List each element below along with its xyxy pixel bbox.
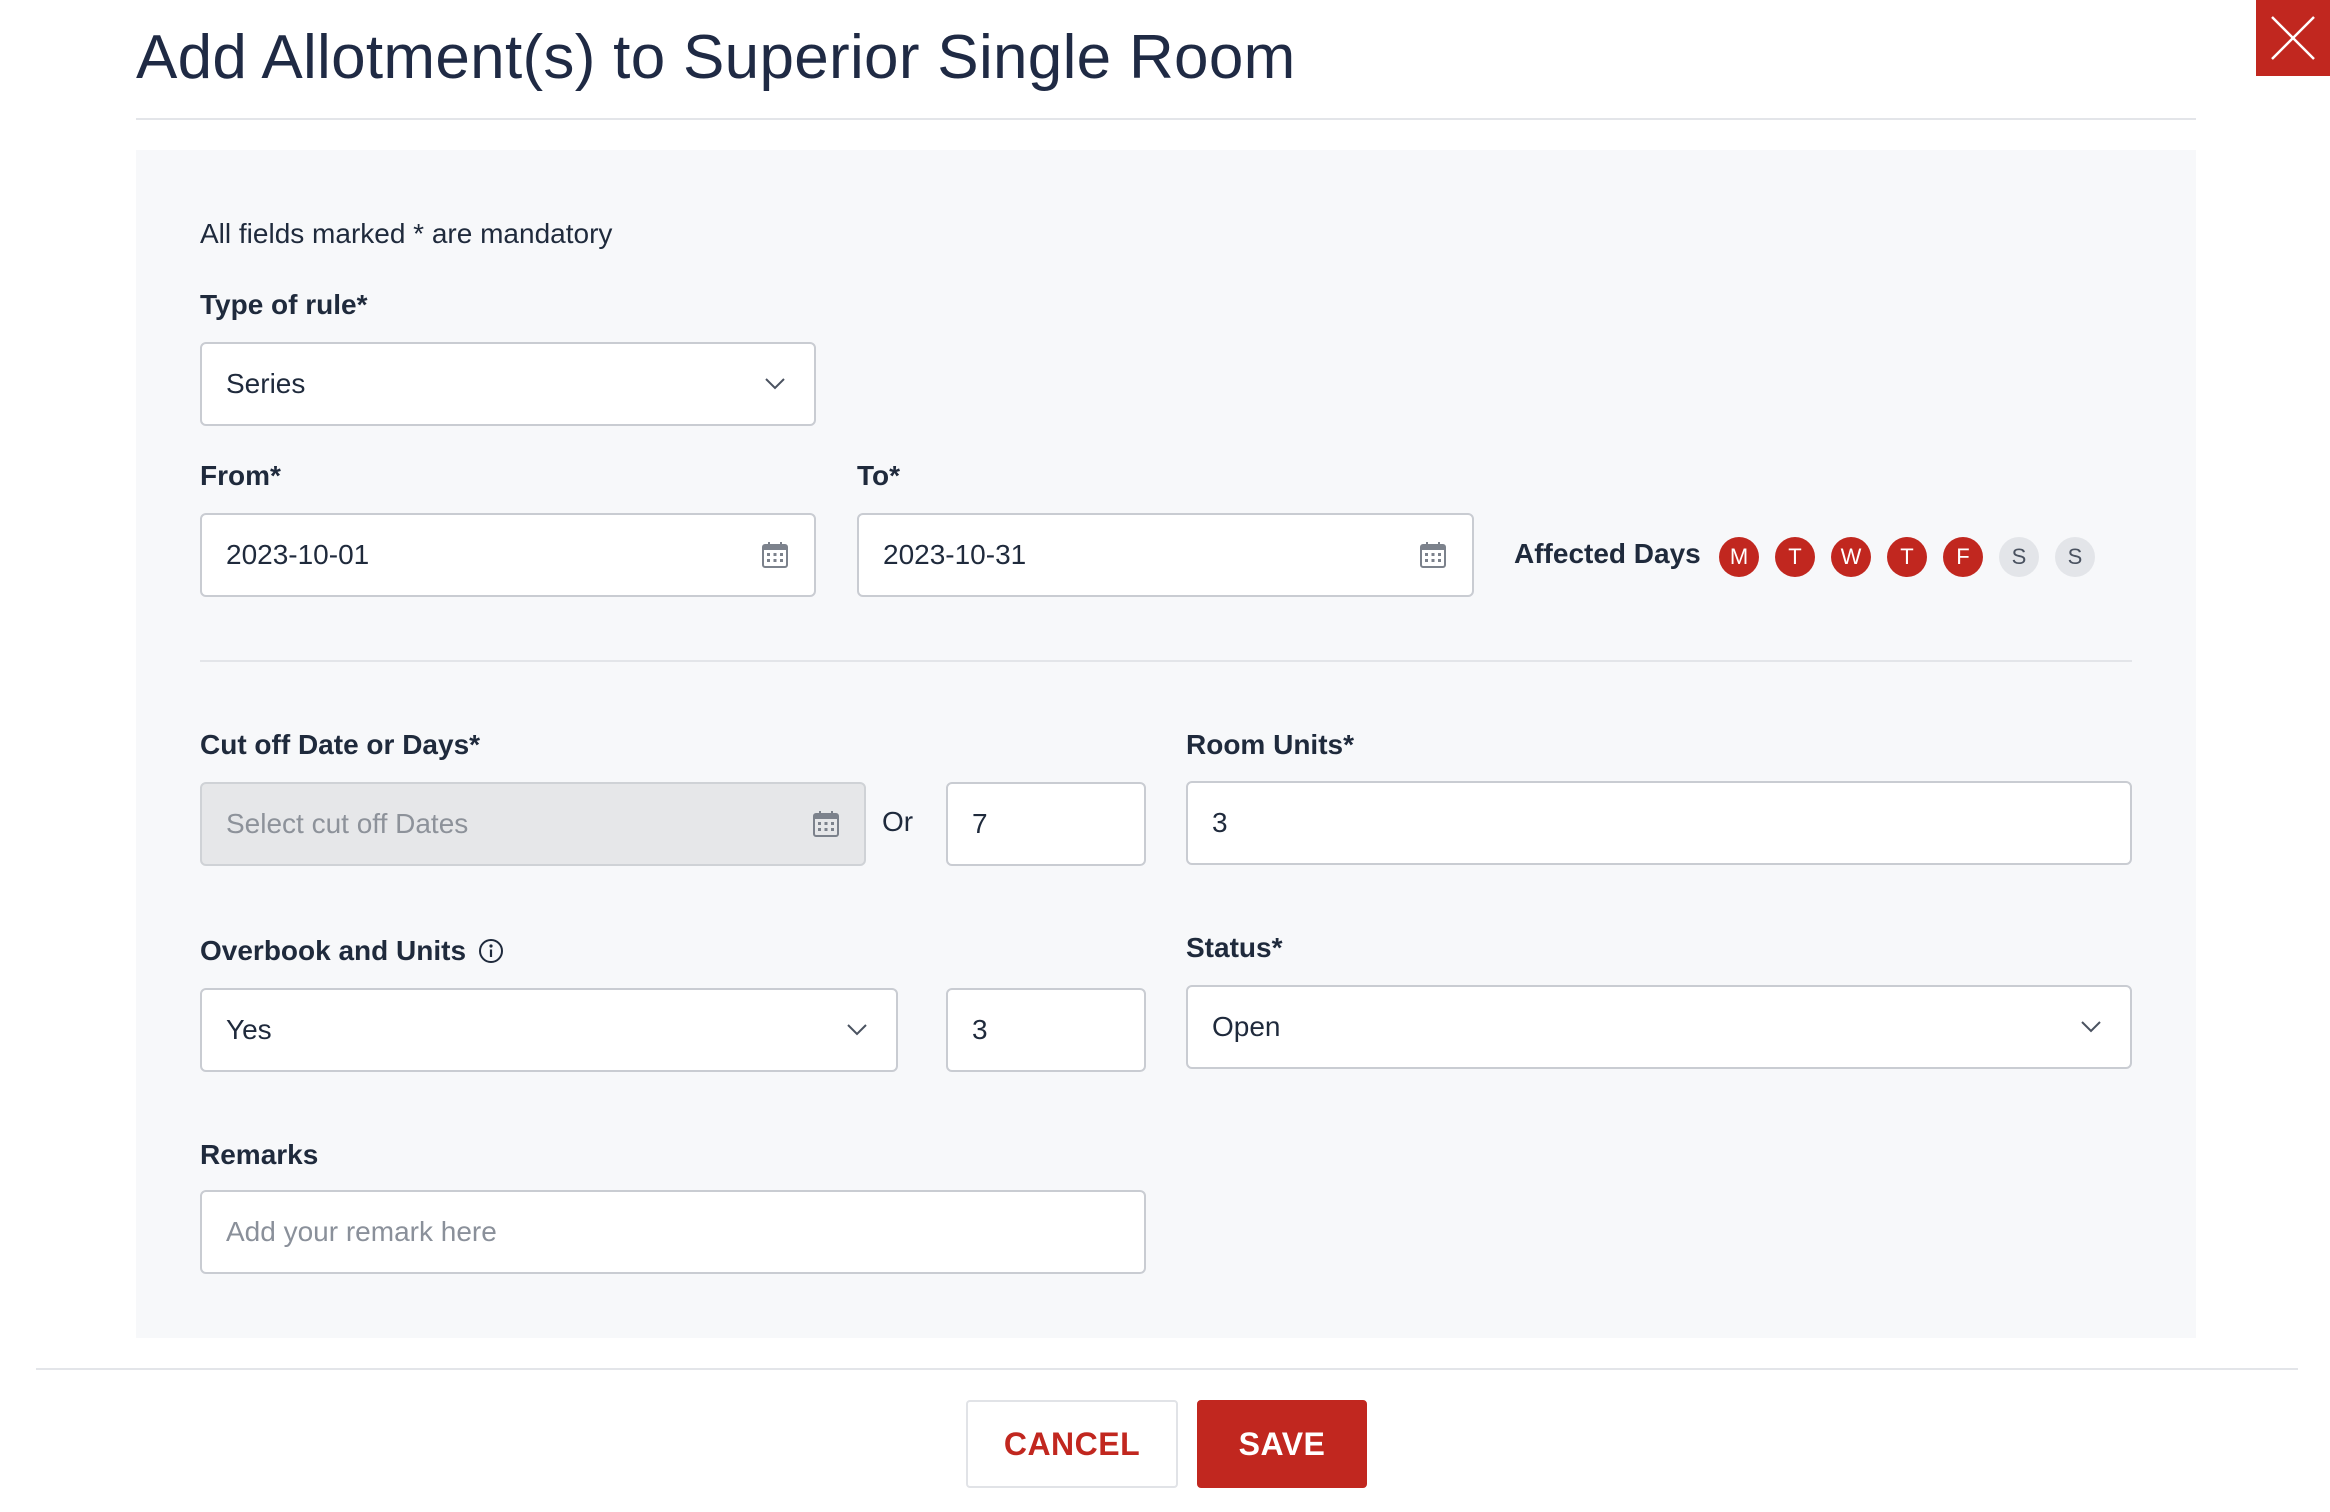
day-toggle-monday[interactable]: M	[1719, 537, 1759, 577]
calendar-icon	[811, 809, 840, 839]
from-date-value: 2023-10-01	[226, 539, 370, 570]
from-date-field[interactable]: 2023-10-01	[200, 513, 816, 597]
save-button[interactable]: SAVE	[1197, 1400, 1367, 1488]
chevron-down-icon	[842, 1015, 872, 1045]
modal-title: Add Allotment(s) to Superior Single Room	[136, 23, 1296, 92]
cutoff-label: Cut off Date or Days*	[200, 729, 481, 760]
day-toggle-friday[interactable]: F	[1943, 537, 1983, 577]
from-label: From*	[200, 460, 281, 491]
rule-type-value: Series	[226, 368, 306, 399]
overbook-units-value: 3	[972, 1014, 988, 1045]
cutoff-date-input[interactable]	[226, 784, 812, 864]
day-toggle-saturday[interactable]: S	[1999, 537, 2039, 577]
remarks-field[interactable]	[200, 1190, 1146, 1274]
mandatory-note: All fields marked * are mandatory	[200, 218, 613, 249]
chevron-down-icon	[2076, 1012, 2106, 1042]
close-button[interactable]	[2256, 0, 2330, 76]
close-icon	[2271, 16, 2315, 60]
status-select[interactable]: Open	[1186, 985, 2132, 1069]
remarks-label: Remarks	[200, 1139, 319, 1170]
footer-divider	[36, 1368, 2298, 1370]
cutoff-date-field[interactable]	[200, 782, 866, 866]
cancel-button[interactable]: CANCEL	[966, 1400, 1178, 1488]
overbook-label: Overbook and Units	[200, 935, 504, 967]
day-toggle-wednesday[interactable]: W	[1831, 537, 1871, 577]
chevron-down-icon	[760, 369, 790, 399]
overbook-select[interactable]: Yes	[200, 988, 898, 1072]
remarks-input[interactable]	[226, 1192, 1120, 1272]
cutoff-days-field[interactable]: 7	[946, 782, 1146, 866]
calendar-icon[interactable]	[1418, 540, 1448, 570]
overbook-units-field[interactable]: 3	[946, 988, 1146, 1072]
room-units-value: 3	[1212, 807, 1228, 838]
overbook-value: Yes	[226, 1014, 272, 1045]
day-toggle-tuesday[interactable]: T	[1775, 537, 1815, 577]
or-separator: Or	[882, 806, 914, 837]
status-label: Status*	[1186, 932, 1283, 963]
to-label: To*	[857, 460, 901, 491]
rule-type-label: Type of rule*	[200, 289, 368, 320]
title-divider	[136, 118, 2196, 120]
day-toggle-thursday[interactable]: T	[1887, 537, 1927, 577]
to-date-field[interactable]: 2023-10-31	[857, 513, 1474, 597]
cutoff-days-value: 7	[972, 808, 988, 839]
section-divider	[200, 660, 2132, 662]
room-units-field[interactable]: 3	[1186, 781, 2132, 865]
day-toggle-sunday[interactable]: S	[2055, 537, 2095, 577]
rule-type-select[interactable]: Series	[200, 342, 816, 426]
room-units-label: Room Units*	[1186, 729, 1354, 760]
to-date-value: 2023-10-31	[883, 539, 1027, 570]
affected-days-label: Affected Days	[1514, 538, 1701, 569]
calendar-icon[interactable]	[760, 540, 790, 570]
overbook-label-text: Overbook and Units	[200, 935, 467, 966]
info-icon[interactable]	[478, 938, 504, 964]
status-value: Open	[1212, 1011, 1281, 1042]
